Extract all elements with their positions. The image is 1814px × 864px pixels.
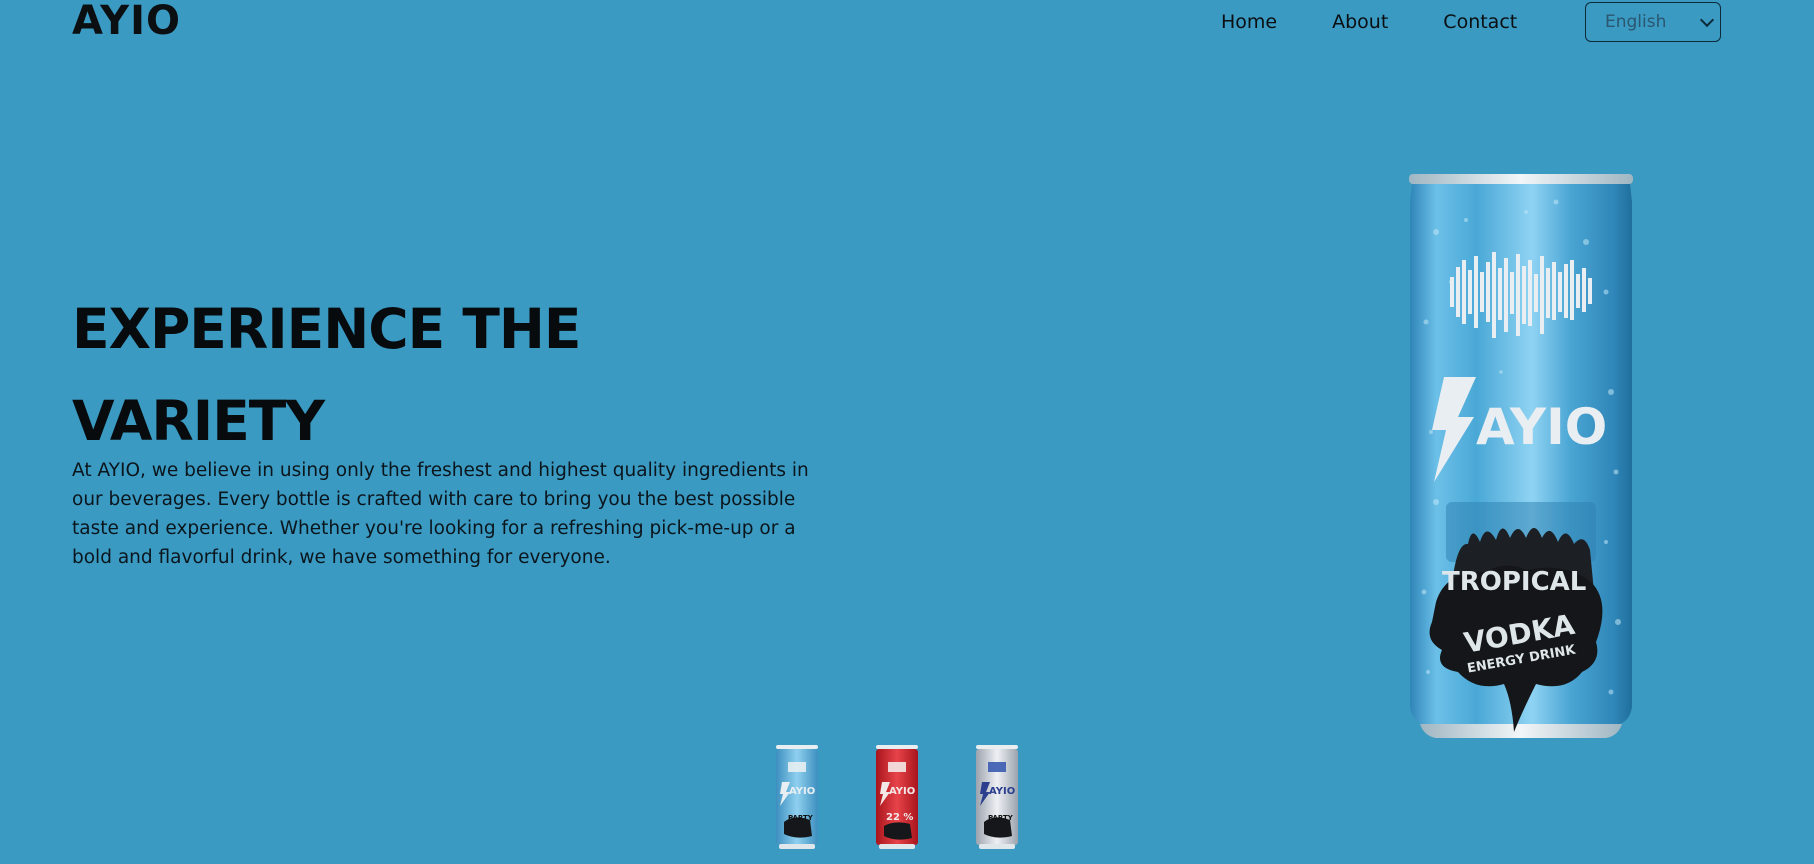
hero-title-line-2: VARIETY: [72, 389, 325, 453]
thumbnail-can-blue-label: PARTY: [788, 814, 814, 822]
thumbnail-can-red-label: 22 %: [886, 812, 913, 823]
page: AYIO Home About Contact English EXPERIEN…: [0, 0, 1814, 864]
thumbnail-can-red[interactable]: AYIO 22 %: [874, 744, 920, 850]
thumbnail-can-blue[interactable]: AYIO PARTY: [774, 744, 820, 850]
nav-contact-link[interactable]: Contact: [1443, 8, 1517, 36]
chevron-down-icon: [1699, 12, 1715, 27]
thumbnail-can-silver-brand: AYIO: [989, 786, 1015, 797]
thumbnail-can-silver[interactable]: AYIO PARTY: [974, 744, 1020, 850]
language-select-value: English: [1605, 12, 1667, 32]
thumbnail-can-blue-brand: AYIO: [789, 786, 815, 797]
hero-description: At AYIO, we believe in using only the fr…: [72, 460, 809, 568]
thumbnail-can-silver-label: PARTY: [988, 814, 1014, 822]
nav-home-link[interactable]: Home: [1221, 8, 1277, 36]
site-logo[interactable]: AYIO: [72, 0, 181, 44]
hero-title-line-1: EXPERIENCE THE: [72, 297, 581, 361]
featured-can-image: AYIO TROPICAL VODKA ENERGY DRINK: [1409, 174, 1633, 738]
hero-title: EXPERIENCE THE VARIETY: [72, 283, 772, 467]
thumbnail-can-red-brand: AYIO: [889, 786, 915, 797]
main-nav: Home About Contact: [1221, 8, 1572, 36]
featured-can-flavor: TROPICAL: [1442, 567, 1586, 597]
language-select[interactable]: English: [1585, 2, 1721, 42]
featured-can-brand: AYIO: [1476, 398, 1607, 456]
nav-about-link[interactable]: About: [1332, 8, 1388, 36]
